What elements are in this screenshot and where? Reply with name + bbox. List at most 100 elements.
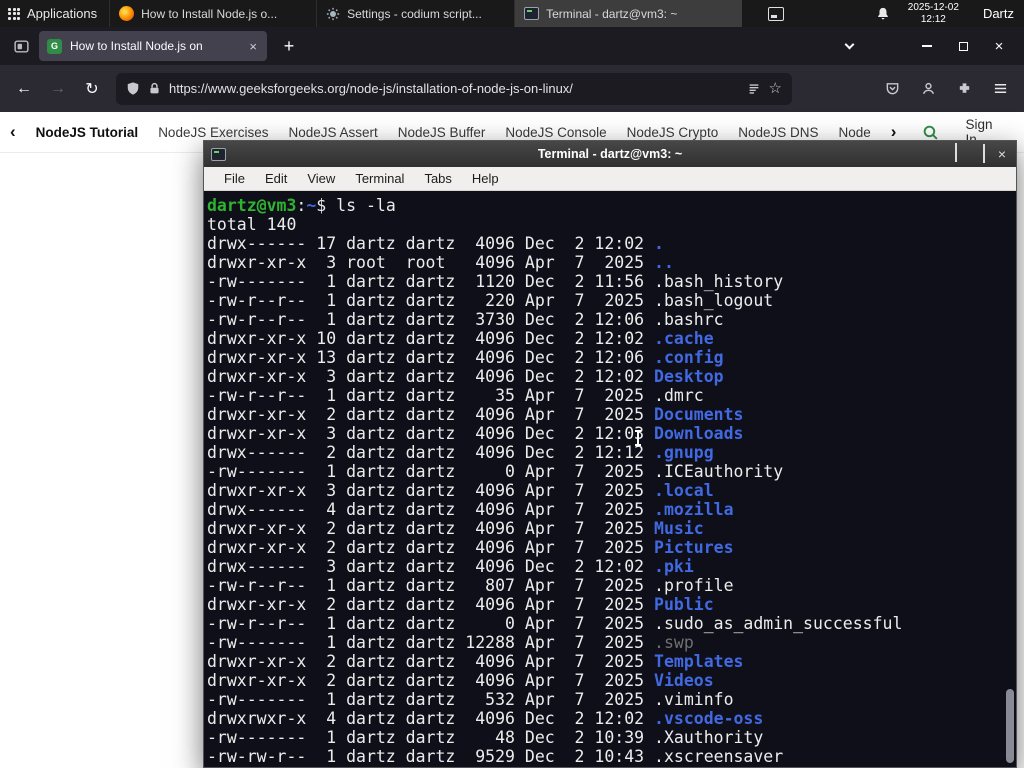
extensions-icon[interactable] bbox=[950, 75, 978, 103]
clock-time: 12:12 bbox=[920, 13, 946, 25]
reader-view-icon[interactable] bbox=[747, 82, 761, 96]
terminal-viewport[interactable]: dartz@vm3:~$ ls -la total 140 drwx------ 1… bbox=[204, 191, 1016, 767]
terminal-listing-row: drwxr-xr-x 2 dartz dartz 4096 Apr 7 2025… bbox=[207, 671, 714, 690]
reload-button[interactable]: ↻ bbox=[78, 75, 106, 103]
clock-date: 2025-12-02 bbox=[907, 2, 959, 13]
user-menu[interactable]: Dartz bbox=[983, 6, 1014, 21]
terminal-listing-row: drwxr-xr-x 3 root root 4096 Apr 7 2025 .… bbox=[207, 253, 674, 272]
applications-label: Applications bbox=[27, 6, 98, 21]
menu-hamburger-icon[interactable] bbox=[986, 75, 1014, 103]
terminal-prompt-line: dartz@vm3:~$ ls -la bbox=[207, 196, 396, 215]
lock-icon[interactable] bbox=[148, 82, 161, 95]
chevron-down-icon bbox=[844, 39, 854, 50]
menu-file[interactable]: File bbox=[214, 171, 255, 186]
menu-view[interactable]: View bbox=[297, 171, 345, 186]
browser-tab-bar: G How to Install Node.js on × + × bbox=[0, 27, 1024, 65]
tab-close-icon[interactable]: × bbox=[247, 39, 259, 54]
window-controls: × bbox=[914, 33, 1012, 59]
terminal-listing-row: drwxrwxr-x 4 dartz dartz 4096 Dec 2 12:0… bbox=[207, 709, 764, 728]
terminal-listing-row: drwxr-xr-x 3 dartz dartz 4096 Dec 2 12:0… bbox=[207, 424, 744, 443]
sitenav-item-tutorial[interactable]: NodeJS Tutorial bbox=[36, 125, 139, 140]
menu-edit[interactable]: Edit bbox=[255, 171, 297, 186]
new-tab-button[interactable]: + bbox=[275, 32, 303, 60]
account-icon[interactable] bbox=[914, 75, 942, 103]
terminal-listing-row: -rw------- 1 dartz dartz 48 Dec 2 10:39 … bbox=[207, 728, 764, 747]
gear-icon bbox=[326, 7, 340, 21]
taskbar-window-browser[interactable]: How to Install Node.js o... bbox=[109, 0, 316, 27]
terminal-titlebar[interactable]: Terminal - dartz@vm3: ~ × bbox=[204, 141, 1016, 167]
taskbar-right-area: 2025-12-02 12:12 Dartz bbox=[767, 2, 1024, 25]
terminal-scrollbar-thumb[interactable] bbox=[1006, 689, 1014, 763]
tab-title: How to Install Node.js on bbox=[70, 39, 203, 53]
pocket-icon[interactable] bbox=[878, 75, 906, 103]
terminal-total-line: total 140 bbox=[207, 215, 297, 234]
terminal-icon bbox=[524, 7, 540, 20]
terminal-listing-row: -rw-r--r-- 1 dartz dartz 807 Apr 7 2025 … bbox=[207, 576, 734, 595]
maximize-button[interactable] bbox=[982, 144, 985, 163]
terminal-listing-row: -rw------- 1 dartz dartz 12288 Apr 7 202… bbox=[207, 633, 694, 652]
url-text[interactable]: https://www.geeksforgeeks.org/node-js/in… bbox=[169, 81, 739, 96]
terminal-listing-row: -rw-r--r-- 1 dartz dartz 220 Apr 7 2025 … bbox=[207, 291, 774, 310]
forward-button[interactable]: → bbox=[44, 75, 72, 103]
terminal-listing-row: drwxr-xr-x 2 dartz dartz 4096 Apr 7 2025… bbox=[207, 652, 744, 671]
back-button[interactable]: ← bbox=[10, 75, 38, 103]
terminal-listing-row: -rw------- 1 dartz dartz 1120 Dec 2 11:5… bbox=[207, 272, 784, 291]
terminal-listing-row: drwxr-xr-x 2 dartz dartz 4096 Apr 7 2025… bbox=[207, 519, 704, 538]
browser-tab-active[interactable]: G How to Install Node.js on × bbox=[39, 31, 267, 61]
terminal-window-controls: × bbox=[954, 143, 1009, 163]
list-all-tabs-button[interactable] bbox=[836, 33, 862, 59]
tracking-shield-icon[interactable] bbox=[126, 81, 140, 96]
sitenav-item-assert[interactable]: NodeJS Assert bbox=[288, 125, 377, 140]
browser-nav-toolbar: ← → ↻ https://www.geeksforgeeks.org/node… bbox=[0, 65, 1024, 112]
menu-terminal[interactable]: Terminal bbox=[345, 171, 414, 186]
toolbar-right-icons bbox=[878, 75, 1014, 103]
terminal-listing-row: drwxr-xr-x 13 dartz dartz 4096 Dec 2 12:… bbox=[207, 348, 724, 367]
taskbar-window-title: Terminal - dartz@vm3: ~ bbox=[546, 6, 678, 21]
taskbar-window-settings[interactable]: Settings - codium script... bbox=[316, 0, 514, 27]
terminal-listing-row: -rw-r--r-- 1 dartz dartz 0 Apr 7 2025 .s… bbox=[207, 614, 903, 633]
sitenav-item-buffer[interactable]: NodeJS Buffer bbox=[398, 125, 486, 140]
nav-scroll-right-icon[interactable]: › bbox=[891, 122, 897, 142]
tabbar-right-controls: × bbox=[836, 33, 1024, 59]
sitenav-item-exercises[interactable]: NodeJS Exercises bbox=[158, 125, 268, 140]
terminal-window: Terminal - dartz@vm3: ~ × File Edit View… bbox=[203, 140, 1017, 768]
nav-scroll-left-icon[interactable]: ‹ bbox=[10, 122, 16, 142]
screen: Applications How to Install Node.js o...… bbox=[0, 0, 1024, 768]
terminal-listing-row: drwxr-xr-x 2 dartz dartz 4096 Apr 7 2025… bbox=[207, 595, 714, 614]
menu-tabs[interactable]: Tabs bbox=[414, 171, 461, 186]
applications-menu-button[interactable]: Applications bbox=[0, 0, 109, 27]
taskbar-window-terminal[interactable]: Terminal - dartz@vm3: ~ bbox=[514, 0, 743, 27]
search-icon[interactable] bbox=[922, 124, 939, 141]
mouse-ibeam-cursor bbox=[635, 430, 641, 446]
close-button[interactable]: × bbox=[998, 147, 1006, 161]
minimize-button[interactable] bbox=[914, 33, 940, 59]
shade-button[interactable] bbox=[954, 143, 957, 163]
taskbar-window-title: How to Install Node.js o... bbox=[141, 6, 278, 21]
terminal-icon bbox=[211, 147, 226, 161]
terminal-listing-row: drwxr-xr-x 2 dartz dartz 4096 Apr 7 2025… bbox=[207, 538, 734, 557]
terminal-listing-row: drwx------ 4 dartz dartz 4096 Apr 7 2025… bbox=[207, 500, 734, 519]
taskbar-window-title: Settings - codium script... bbox=[347, 6, 482, 21]
site-favicon: G bbox=[47, 38, 62, 54]
sitenav-item-dns[interactable]: NodeJS DNS bbox=[738, 125, 818, 140]
clock[interactable]: 2025-12-02 12:12 bbox=[908, 2, 959, 25]
menu-help[interactable]: Help bbox=[462, 171, 509, 186]
terminal-listing-row: -rw------- 1 dartz dartz 0 Apr 7 2025 .I… bbox=[207, 462, 784, 481]
tray-terminal-icon[interactable] bbox=[767, 6, 784, 21]
notification-bell-icon[interactable] bbox=[876, 6, 890, 21]
firefox-view-button[interactable] bbox=[8, 33, 34, 59]
url-bar[interactable]: https://www.geeksforgeeks.org/node-js/in… bbox=[116, 72, 792, 105]
bookmark-star-icon[interactable]: ☆ bbox=[769, 81, 782, 96]
terminal-listing-row: -rw------- 1 dartz dartz 532 Apr 7 2025 … bbox=[207, 690, 734, 709]
terminal-listing-row: -rw-rw-r-- 1 dartz dartz 9529 Dec 2 10:4… bbox=[207, 747, 784, 766]
terminal-listing-row: drwxr-xr-x 2 dartz dartz 4096 Apr 7 2025… bbox=[207, 405, 744, 424]
applications-grid-icon bbox=[8, 7, 20, 20]
system-taskbar: Applications How to Install Node.js o...… bbox=[0, 0, 1024, 27]
maximize-button[interactable] bbox=[950, 33, 976, 59]
terminal-listing-row: drwxr-xr-x 10 dartz dartz 4096 Dec 2 12:… bbox=[207, 329, 714, 348]
sitenav-item-crypto[interactable]: NodeJS Crypto bbox=[627, 125, 719, 140]
close-button[interactable]: × bbox=[986, 33, 1012, 59]
terminal-listing-row: drwxr-xr-x 3 dartz dartz 4096 Apr 7 2025… bbox=[207, 481, 714, 500]
sitenav-item-clipped[interactable]: Node bbox=[839, 125, 871, 140]
sitenav-item-console[interactable]: NodeJS Console bbox=[505, 125, 606, 140]
